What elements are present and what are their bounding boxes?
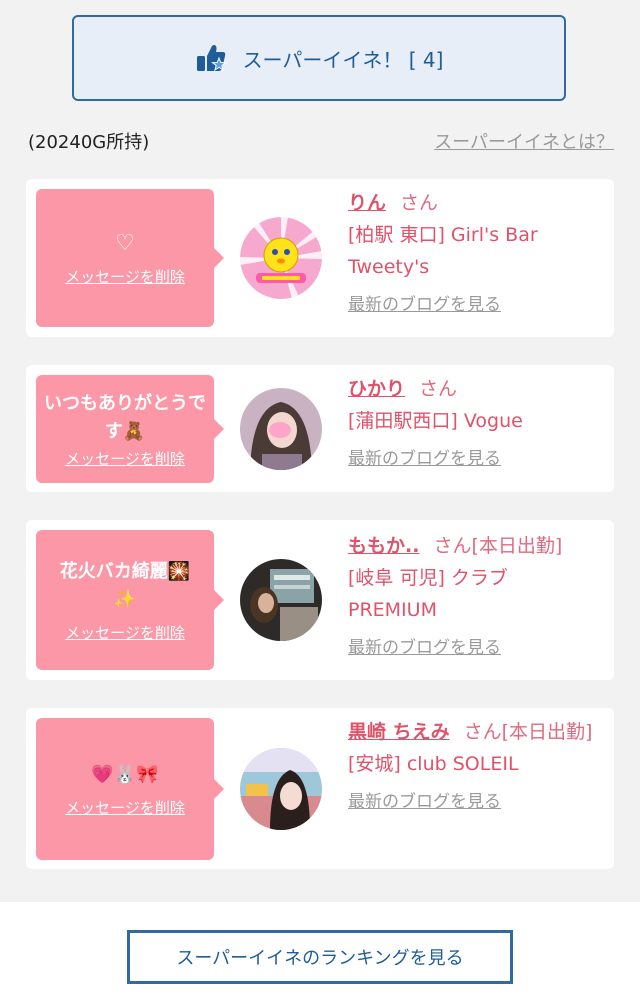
message-text: 花火バカ綺麗🎇✨ xyxy=(59,560,191,610)
profile-info: ひかり さん [蒲田駅西口] Vogue 最新のブログを見る xyxy=(348,373,600,475)
footer-area: スーパーイイネのランキングを見る xyxy=(0,902,640,1000)
list-item: ♡ メッセージを削除 りん さん [柏駅 東口] Girl's Bar Twee… xyxy=(26,179,614,337)
message-text: 💗🐰🎀 xyxy=(91,763,159,785)
super-like-label: スーパーイイネ！ [ 4] xyxy=(242,47,444,72)
avatar[interactable] xyxy=(240,217,322,299)
name-suffix: さん xyxy=(419,378,458,400)
name-suffix: さん xyxy=(400,192,439,214)
message-bubble: 花火バカ綺麗🎇✨ メッセージを削除 xyxy=(36,530,224,670)
delete-message-link[interactable]: メッセージを削除 xyxy=(65,266,185,287)
latest-blog-link[interactable]: 最新のブログを見る xyxy=(348,443,600,475)
latest-blog-link[interactable]: 最新のブログを見る xyxy=(348,289,600,321)
list-item: いつもありがとうです🧸 メッセージを削除 ひかり さん [蒲田駅西口] Vogue… xyxy=(26,365,614,492)
delete-message-link[interactable]: メッセージを削除 xyxy=(65,622,185,643)
profile-info: ももか.. さん[本日出勤] [岐阜 可児] クラブ PREMIUM 最新のブログ… xyxy=(348,530,600,664)
message-bubble: 💗🐰🎀 メッセージを削除 xyxy=(36,718,224,860)
owned-points: (20240G所持) xyxy=(28,132,150,153)
girl-name-link[interactable]: 黒崎 ちえみ xyxy=(348,721,450,743)
latest-blog-link[interactable]: 最新のブログを見る xyxy=(348,632,600,664)
name-suffix: さん[本日出勤] xyxy=(463,721,593,743)
profile-photo-icon xyxy=(240,748,322,830)
message-text: ♡ xyxy=(115,230,135,256)
delete-message-link[interactable]: メッセージを削除 xyxy=(65,797,185,818)
message-bubble: ♡ メッセージを削除 xyxy=(36,189,224,327)
avatar[interactable] xyxy=(240,748,322,830)
tweety-logo-icon xyxy=(240,217,322,299)
avatar[interactable] xyxy=(240,559,322,641)
delete-message-link[interactable]: メッセージを削除 xyxy=(65,448,185,469)
shop-name: [安城] club SOLEIL xyxy=(348,753,519,775)
super-like-button[interactable]: スーパーイイネ！ [ 4] xyxy=(72,15,566,101)
avatar[interactable] xyxy=(240,388,322,470)
list-item: 花火バカ綺麗🎇✨ メッセージを削除 ももか.. さん[本日出勤] [岐阜 可児] … xyxy=(26,520,614,680)
girl-name-link[interactable]: りん xyxy=(348,192,386,214)
what-is-super-like-link[interactable]: スーパーイイネとは？ xyxy=(434,128,614,154)
message-bubble: いつもありがとうです🧸 メッセージを削除 xyxy=(36,375,224,483)
girl-name-link[interactable]: ももか.. xyxy=(348,535,419,557)
name-suffix: さん[本日出勤] xyxy=(433,535,563,557)
profile-info: りん さん [柏駅 東口] Girl's Bar Tweety's 最新のブログを… xyxy=(348,187,600,321)
thumbs-up-star-icon xyxy=(195,41,229,75)
list-item: 💗🐰🎀 メッセージを削除 黒崎 ちえみ さん[本日出勤] [安城] club SO… xyxy=(26,708,614,869)
shop-name: [柏駅 東口] Girl's Bar Tweety's xyxy=(348,224,538,278)
message-text: いつもありがとうです🧸 xyxy=(44,392,206,442)
shop-name: [岐阜 可児] クラブ PREMIUM xyxy=(348,567,508,621)
girl-name-link[interactable]: ひかり xyxy=(348,378,405,400)
profile-photo-icon xyxy=(240,388,322,470)
shop-name: [蒲田駅西口] Vogue xyxy=(348,410,523,432)
profile-info: 黒崎 ちえみ さん[本日出勤] [安城] club SOLEIL 最新のブログを見… xyxy=(348,716,600,818)
profile-photo-icon xyxy=(240,559,322,641)
ranking-button[interactable]: スーパーイイネのランキングを見る xyxy=(127,930,513,984)
latest-blog-link[interactable]: 最新のブログを見る xyxy=(348,786,600,818)
